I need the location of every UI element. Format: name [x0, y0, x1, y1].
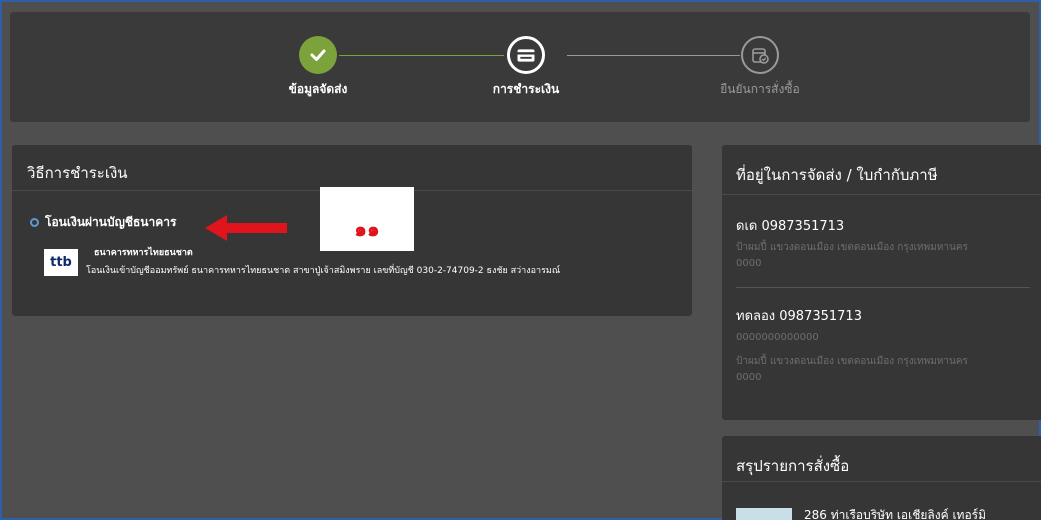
product-thumbnail	[736, 508, 792, 520]
address-name: ดเด 0987351713	[736, 219, 845, 234]
bank-name: ธนาคารทหารไทยธนชาต	[94, 248, 193, 258]
panel-title: สรุปรายการสั่งซื้อ	[722, 436, 1041, 482]
address-entry[interactable]: ดเด 0987351713 ป้าผมปี้ แขวงดอนเมือง เขต…	[736, 215, 1036, 272]
checkout-progress-bar: ข้อมูลจัดส่ง การชำระเงิน ยืนยันการสั่งซื…	[10, 12, 1030, 122]
step-label: การชำระเงิน	[492, 82, 560, 96]
step-confirm-order[interactable]: ยืนยันการสั่งซื้อ	[700, 36, 820, 99]
step-label: ข้อมูลจัดส่ง	[288, 82, 348, 96]
address-name: ทดลอง 0987351713	[736, 309, 862, 324]
address-line: ป้าผมปี้ แขวงดอนเมือง เขตดอนเมือง กรุงเท…	[736, 242, 968, 253]
bank-transfer-option[interactable]: โอนเงินผ่านบัญชีธนาคาร	[30, 213, 176, 232]
divider	[736, 287, 1030, 288]
product-name: 286 ท่าเรือบริษัท เอเชียลิงค์ เทอร์มิ	[804, 508, 987, 520]
panel-title: วิธีการชำระเงิน	[12, 145, 692, 191]
tax-invoice-entry[interactable]: ทดลอง 0987351713 0000000000000 ป้าผมปี้ …	[736, 305, 1036, 386]
address-line: 0000	[736, 372, 762, 383]
bank-account-detail: โอนเงินเข้าบัญชีออมทรัพย์ ธนาคารทหารไทยธ…	[86, 266, 561, 276]
step-label: ยืนยันการสั่งซื้อ	[720, 82, 800, 96]
confirm-order-icon	[741, 36, 779, 74]
radio-button[interactable]	[30, 218, 39, 227]
ttb-bank-logo: ttb	[44, 249, 78, 276]
shipping-address-panel: ที่อยู่ในการจัดส่ง / ใบกำกับภาษี ดเด 098…	[722, 145, 1041, 420]
address-line: 0000	[736, 258, 762, 269]
annotation-label: ๑๑	[320, 187, 414, 251]
progress-line-done	[339, 55, 504, 56]
annotation-number: ๑๑	[354, 217, 380, 241]
step-payment[interactable]: การชำระเงิน	[481, 36, 571, 99]
panel-title: ที่อยู่ในการจัดส่ง / ใบกำกับภาษี	[722, 145, 1041, 195]
payment-method-label: โอนเงินผ่านบัญชีธนาคาร	[45, 215, 177, 229]
address-line: ป้าผมปี้ แขวงดอนเมือง เขตดอนเมือง กรุงเท…	[736, 356, 968, 367]
credit-card-icon	[507, 36, 545, 74]
tax-id: 0000000000000	[736, 332, 819, 343]
step-shipping-info[interactable]: ข้อมูลจัดส่ง	[273, 36, 363, 99]
red-arrow-annotation-icon	[205, 215, 287, 241]
check-icon	[299, 36, 337, 74]
order-summary-panel: สรุปรายการสั่งซื้อ 286 ท่าเรือบริษัท เอเ…	[722, 436, 1041, 520]
